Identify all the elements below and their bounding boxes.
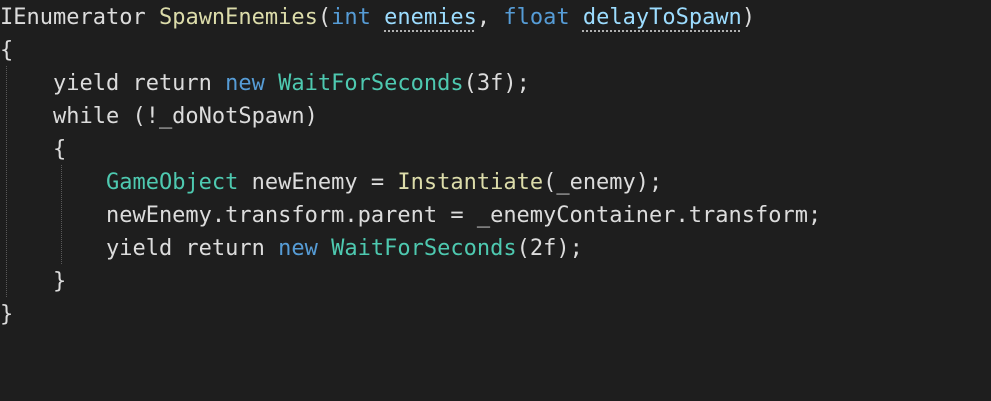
code-token: SpawnEnemies (158, 5, 318, 30)
code-token: } (0, 302, 14, 327)
code-line[interactable]: GameObject newEnemy = Instantiate(_enemy… (0, 166, 662, 199)
code-token: (3f); (463, 71, 530, 96)
code-line[interactable]: } (0, 298, 13, 331)
code-token: ( (317, 5, 332, 30)
code-line[interactable]: while (!_doNotSpawn) (0, 100, 318, 133)
code-token: GameObject (105, 170, 239, 195)
code-editor[interactable]: IEnumerator SpawnEnemies(int enemies, fl… (0, 0, 991, 401)
code-line[interactable]: newEnemy.transform.parent = _enemyContai… (0, 199, 821, 232)
code-token: yield return (0, 71, 226, 96)
code-token: new (225, 71, 265, 96)
code-line[interactable]: IEnumerator SpawnEnemies(int enemies, fl… (0, 1, 755, 34)
code-line[interactable]: { (0, 133, 66, 166)
code-token: , (476, 5, 504, 30)
code-token: newEnemy.transform.parent = _enemyContai… (0, 203, 822, 228)
unused-parameter-token: delayToSpawn (582, 5, 742, 30)
code-token: Instantiate (397, 170, 544, 195)
code-token: newEnemy = (238, 170, 398, 195)
code-token: (_enemy); (543, 170, 663, 195)
code-line[interactable]: yield return new WaitForSeconds(2f); (0, 232, 583, 265)
code-token: while (!_doNotSpawn) (0, 104, 318, 129)
code-token: yield return (0, 236, 279, 261)
code-token: (2f); (516, 236, 583, 261)
unused-parameter-token: enemies (384, 5, 477, 30)
indent-guide-outer (6, 66, 7, 297)
code-token: WaitForSeconds (331, 236, 517, 261)
indent-guide-inner (61, 165, 62, 264)
code-token: new (278, 236, 318, 261)
code-token: float (503, 5, 570, 30)
code-token: IEnumerator (0, 5, 159, 30)
code-line[interactable]: { (0, 34, 13, 67)
code-line[interactable]: } (0, 265, 66, 298)
code-token: WaitForSeconds (278, 71, 464, 96)
code-line[interactable]: yield return new WaitForSeconds(3f); (0, 67, 530, 100)
code-token: ) (741, 5, 756, 30)
code-token: int (331, 5, 371, 30)
code-token: { (0, 38, 14, 63)
code-token: } (0, 269, 67, 294)
code-token: { (0, 137, 67, 162)
